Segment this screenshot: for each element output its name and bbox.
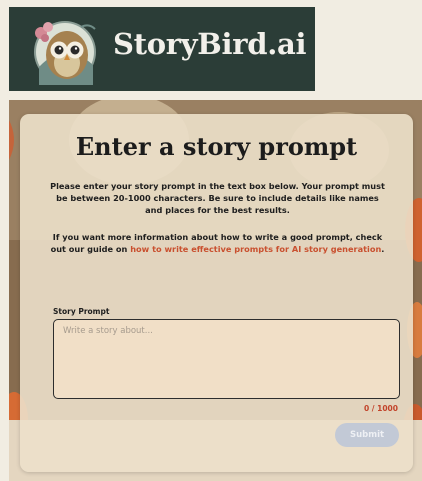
forest-background: Enter a story prompt Please enter your s… (9, 100, 422, 481)
owl-logo-icon (34, 21, 96, 85)
submit-button[interactable]: Submit (335, 423, 399, 447)
prompt-instructions: Please enter your story prompt in the te… (50, 181, 385, 215)
story-prompt-card: Enter a story prompt Please enter your s… (20, 114, 413, 472)
story-prompt-label: Story Prompt (53, 307, 110, 316)
guide-suffix-text: . (381, 243, 385, 254)
guide-paragraph: If you want more information about how t… (50, 232, 385, 256)
header-logo-bar[interactable]: StoryBird.ai (9, 7, 315, 91)
character-counter: 0 / 1000 (363, 404, 398, 413)
prompt-guide-link[interactable]: how to write effective prompts for AI st… (130, 244, 381, 254)
story-prompt-input[interactable] (53, 319, 400, 399)
brand-name: StoryBird.ai (113, 27, 307, 61)
page-title: Enter a story prompt (75, 132, 358, 161)
